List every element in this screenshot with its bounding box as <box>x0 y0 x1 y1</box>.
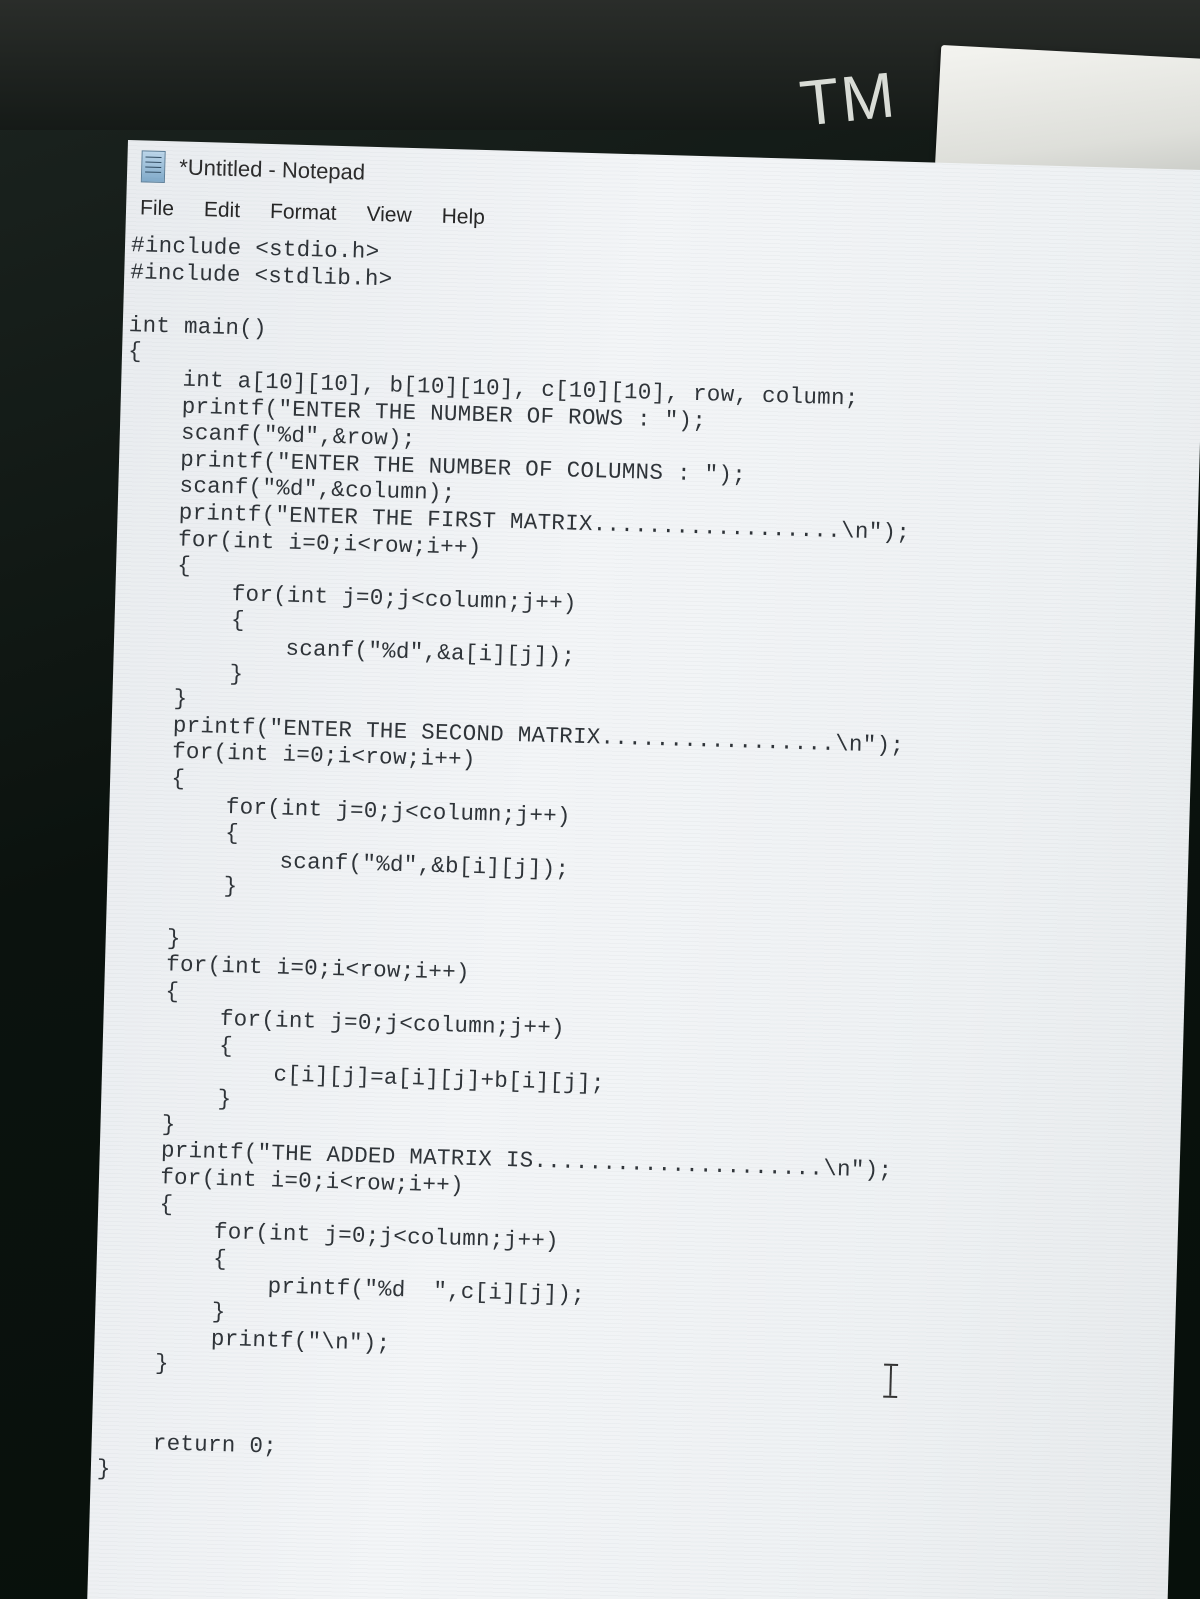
notepad-window: *Untitled - Notepad File Edit Format Vie… <box>86 140 1200 1599</box>
code-line[interactable]: } <box>113 870 238 900</box>
code-line[interactable]: } <box>99 1349 170 1378</box>
code-line[interactable]: { <box>102 1243 228 1273</box>
code-line[interactable]: { <box>110 977 180 1006</box>
code-line[interactable] <box>112 897 113 924</box>
code-line[interactable]: { <box>114 817 240 847</box>
menu-edit[interactable]: Edit <box>196 196 249 225</box>
code-line[interactable] <box>129 285 130 312</box>
code-line[interactable]: { <box>120 604 246 634</box>
menu-file[interactable]: File <box>132 194 183 223</box>
text-editor-area[interactable]: #include <stdio.h> #include <stdlib.h> int… <box>87 232 1200 1599</box>
code-line[interactable]: } <box>107 1083 232 1113</box>
sticker-label: TM <box>796 58 900 140</box>
code-line[interactable]: { <box>128 338 143 365</box>
code-line[interactable]: { <box>104 1189 174 1218</box>
monitor-sticker <box>935 45 1200 179</box>
code-line[interactable]: } <box>101 1296 226 1326</box>
notepad-icon <box>140 150 166 184</box>
code-line[interactable]: } <box>111 923 182 952</box>
code-line[interactable]: } <box>119 658 244 688</box>
code-line[interactable]: } <box>106 1110 176 1139</box>
code-line[interactable] <box>98 1402 99 1429</box>
menu-view[interactable]: View <box>358 200 420 230</box>
code-line[interactable]: { <box>122 551 192 580</box>
code-line[interactable]: { <box>116 764 186 793</box>
menu-format[interactable]: Format <box>262 198 345 228</box>
code-line[interactable]: } <box>97 1455 112 1482</box>
text-cursor-icon <box>883 1364 898 1398</box>
code-line[interactable]: return 0; <box>97 1429 277 1461</box>
code-line[interactable]: } <box>118 684 188 713</box>
code-line[interactable]: { <box>108 1030 234 1060</box>
code-line[interactable]: int main() <box>128 312 267 343</box>
window-title: *Untitled - Notepad <box>178 154 366 185</box>
menu-help[interactable]: Help <box>433 203 493 233</box>
code-line[interactable] <box>99 1375 100 1402</box>
